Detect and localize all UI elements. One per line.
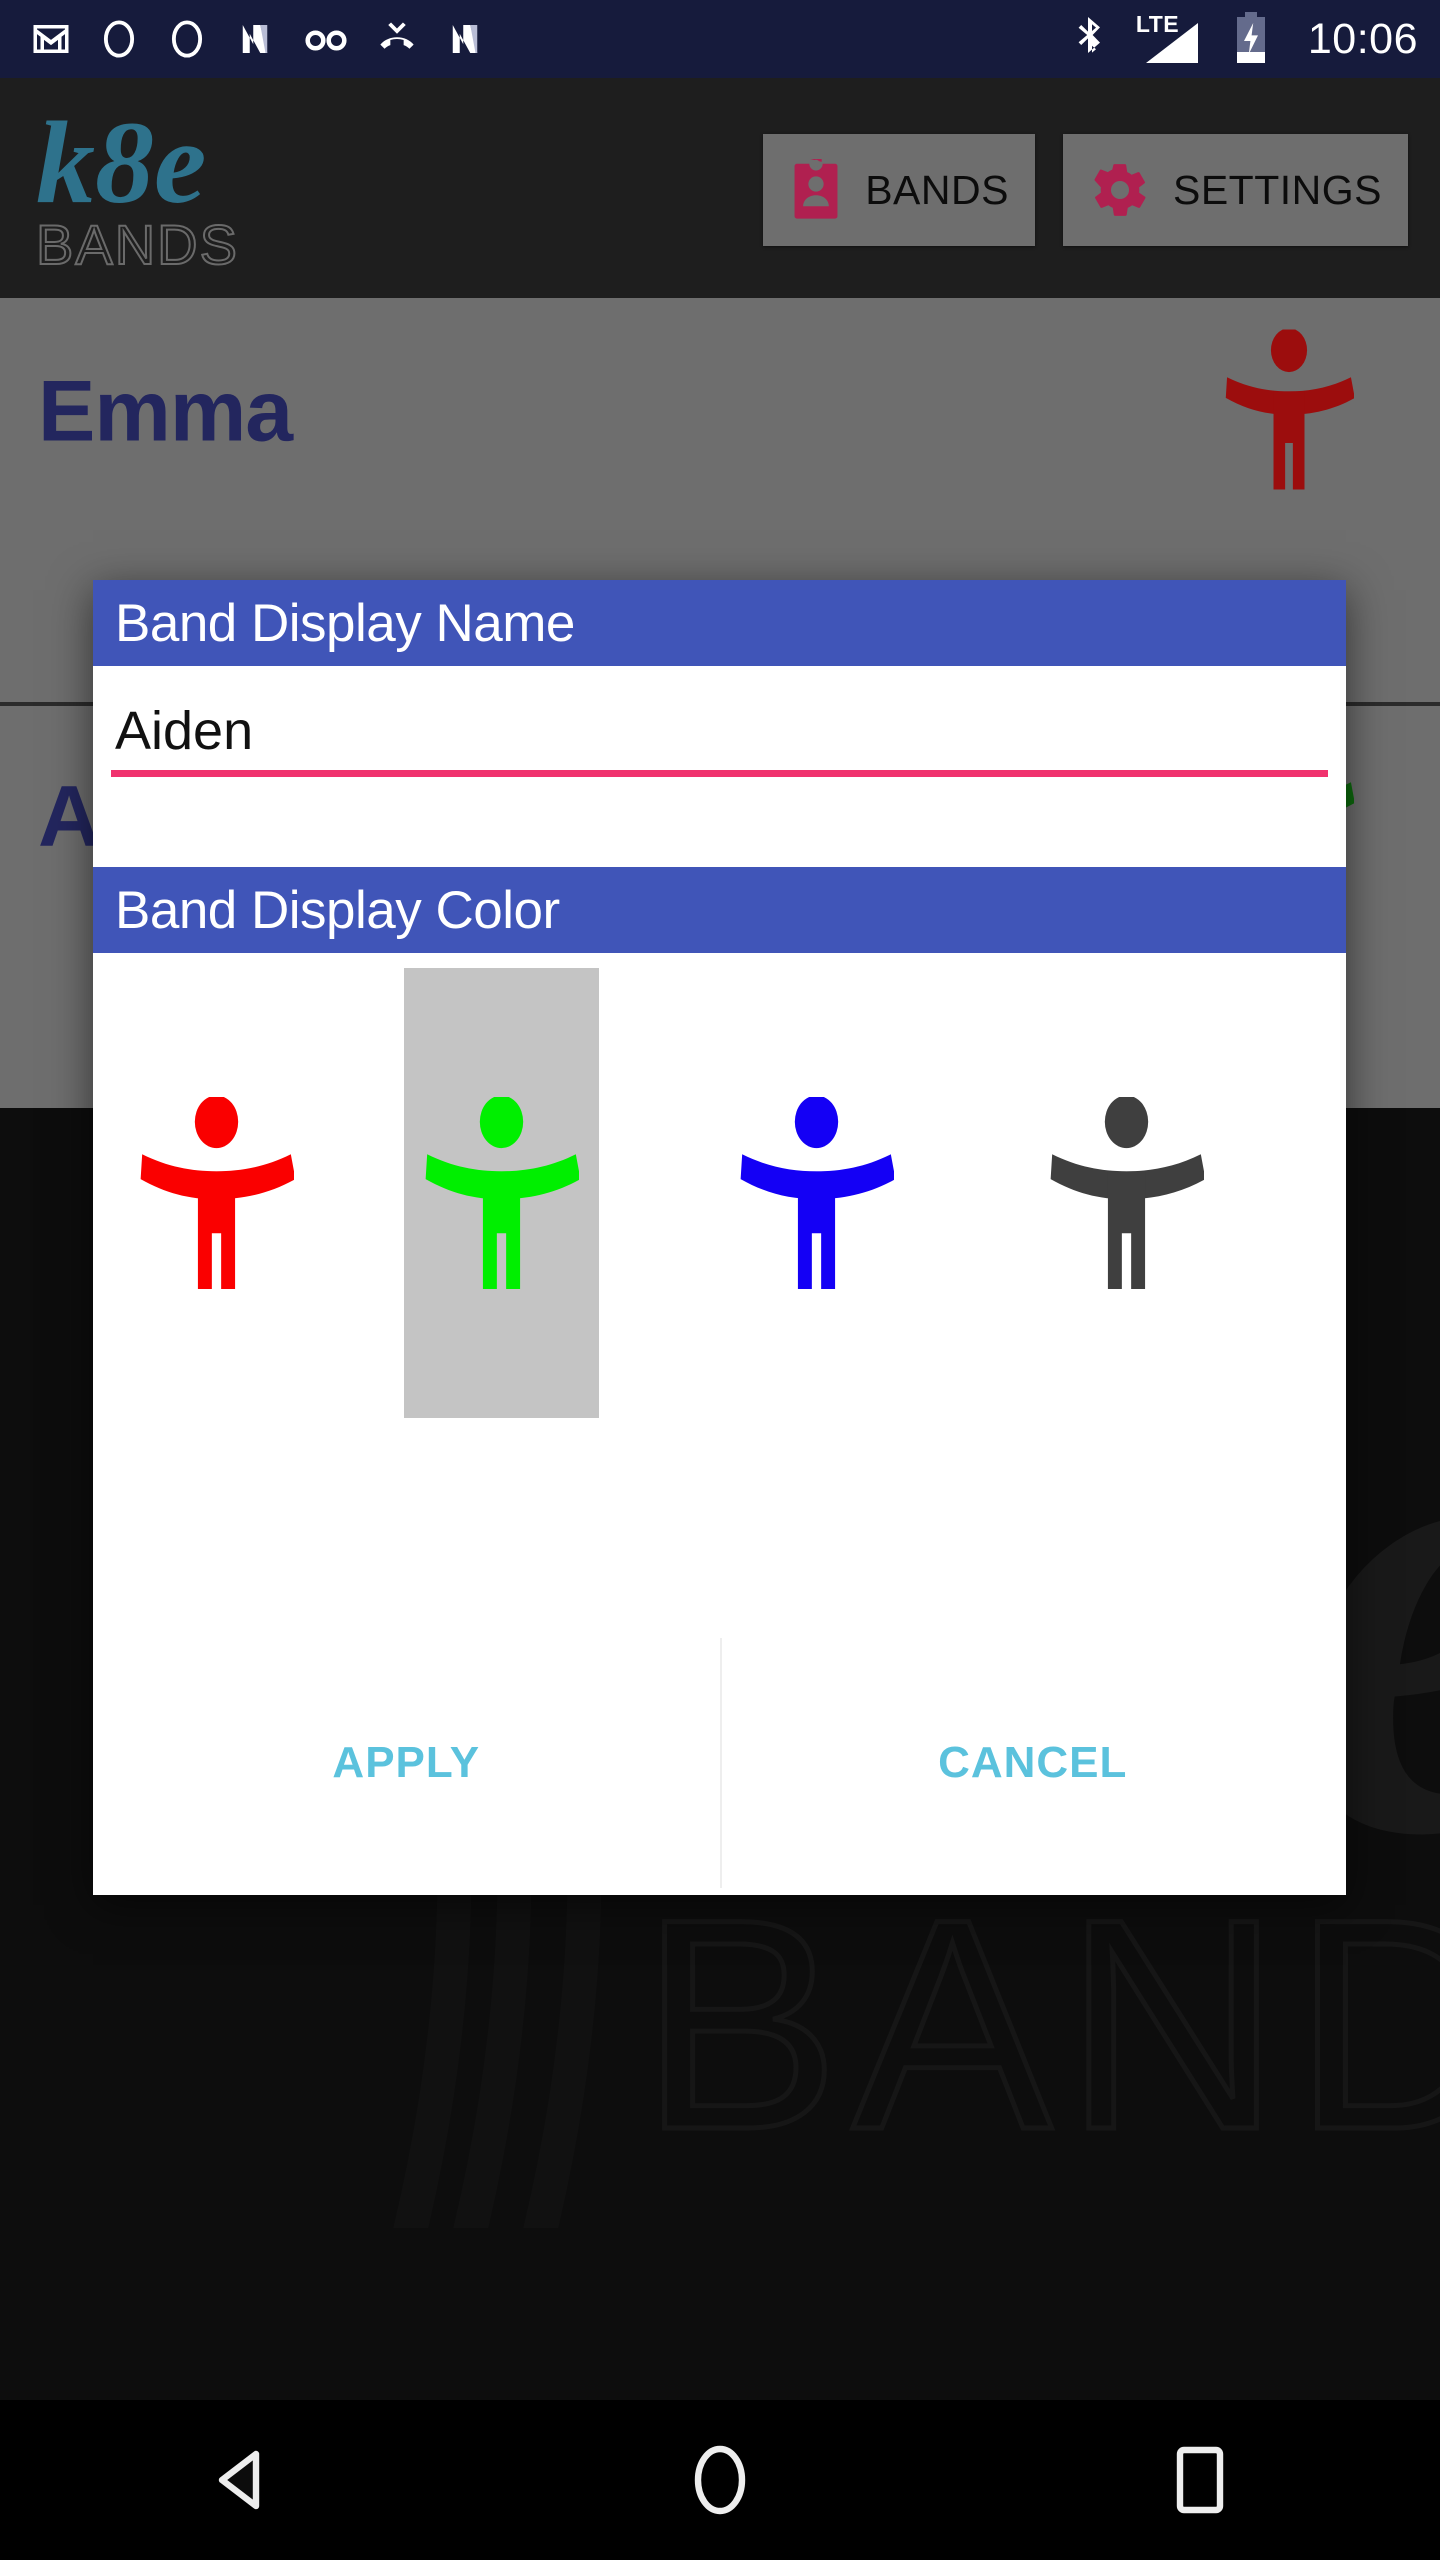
app-logo-secondary: BANDS bbox=[36, 213, 239, 276]
bluetooth-icon bbox=[1078, 17, 1100, 53]
app-logo: k8e BANDS bbox=[30, 94, 290, 284]
nav-recents-button[interactable] bbox=[1100, 2400, 1300, 2560]
accessibility-figure-icon bbox=[740, 1097, 894, 1289]
bands-button-label: BANDS bbox=[865, 166, 1009, 213]
recents-square-icon bbox=[1176, 2446, 1224, 2514]
band-display-name-header: Band Display Name bbox=[93, 580, 1346, 666]
color-option-dark[interactable] bbox=[1029, 968, 1224, 1418]
lte-signal-icon: LTE bbox=[1136, 11, 1208, 65]
color-option-green[interactable] bbox=[404, 968, 599, 1418]
home-circle-icon bbox=[694, 2445, 746, 2515]
status-clock: 10:06 bbox=[1307, 14, 1418, 63]
band-display-color-options bbox=[93, 953, 1346, 1453]
band-display-name-underline bbox=[111, 770, 1328, 777]
cancel-button[interactable]: CANCEL bbox=[719, 1630, 1346, 1895]
status-bar-notification-icons bbox=[30, 18, 1070, 60]
accessibility-figure-icon bbox=[1224, 328, 1355, 495]
missed-call-icon bbox=[380, 22, 414, 49]
badge-id-icon bbox=[794, 159, 838, 219]
circle-icon bbox=[171, 20, 203, 58]
apply-button[interactable]: APPLY bbox=[93, 1630, 720, 1895]
band-display-name-title: Band Display Name bbox=[115, 593, 575, 653]
band-display-color-title: Band Display Color bbox=[115, 880, 560, 940]
gmail-icon bbox=[33, 25, 69, 53]
back-triangle-icon bbox=[218, 2450, 260, 2510]
band-name-label: Emma bbox=[38, 363, 293, 460]
nova-n-icon bbox=[242, 25, 268, 53]
band-list-item[interactable]: Emma bbox=[0, 298, 1440, 526]
settings-button[interactable]: SETTINGS bbox=[1062, 134, 1408, 246]
band-edit-dialog: Band Display Name Band Display Color bbox=[93, 580, 1346, 1895]
accessibility-figure-icon bbox=[1050, 1097, 1204, 1289]
band-name-label: A bbox=[38, 768, 100, 865]
android-navigation-bar bbox=[0, 2400, 1440, 2560]
color-option-blue[interactable] bbox=[719, 968, 914, 1418]
dialog-action-buttons: APPLY CANCEL bbox=[93, 1630, 1346, 1895]
app-logo-primary: k8e bbox=[36, 97, 206, 228]
nav-home-button[interactable] bbox=[620, 2400, 820, 2560]
status-bar: LTE 10:06 bbox=[0, 0, 1440, 78]
header-buttons: BANDS SETTINGS bbox=[763, 134, 1408, 246]
band-display-name-field-wrap bbox=[93, 666, 1346, 811]
settings-button-label: SETTINGS bbox=[1172, 166, 1382, 213]
accessibility-figure-icon bbox=[425, 1097, 579, 1289]
dialog-button-divider bbox=[720, 1638, 722, 1888]
app-header: k8e BANDS BANDS SETTINGS bbox=[0, 78, 1440, 298]
battery-charging-icon bbox=[1236, 12, 1265, 63]
circle-icon bbox=[103, 20, 135, 58]
band-display-color-header: Band Display Color bbox=[93, 867, 1346, 953]
accessibility-figure-icon bbox=[140, 1097, 294, 1289]
color-option-red[interactable] bbox=[119, 968, 314, 1418]
name-section-spacer bbox=[93, 811, 1346, 867]
bands-button[interactable]: BANDS bbox=[763, 134, 1035, 246]
status-bar-system-icons: LTE 10:06 bbox=[1070, 11, 1418, 66]
voicemail-icon bbox=[305, 30, 347, 51]
gear-icon bbox=[1094, 164, 1146, 216]
nav-back-button[interactable] bbox=[140, 2400, 340, 2560]
watermark-secondary: BANDS bbox=[640, 1856, 1440, 2192]
band-display-name-input[interactable] bbox=[111, 700, 1328, 770]
nova-n-icon bbox=[452, 25, 478, 53]
